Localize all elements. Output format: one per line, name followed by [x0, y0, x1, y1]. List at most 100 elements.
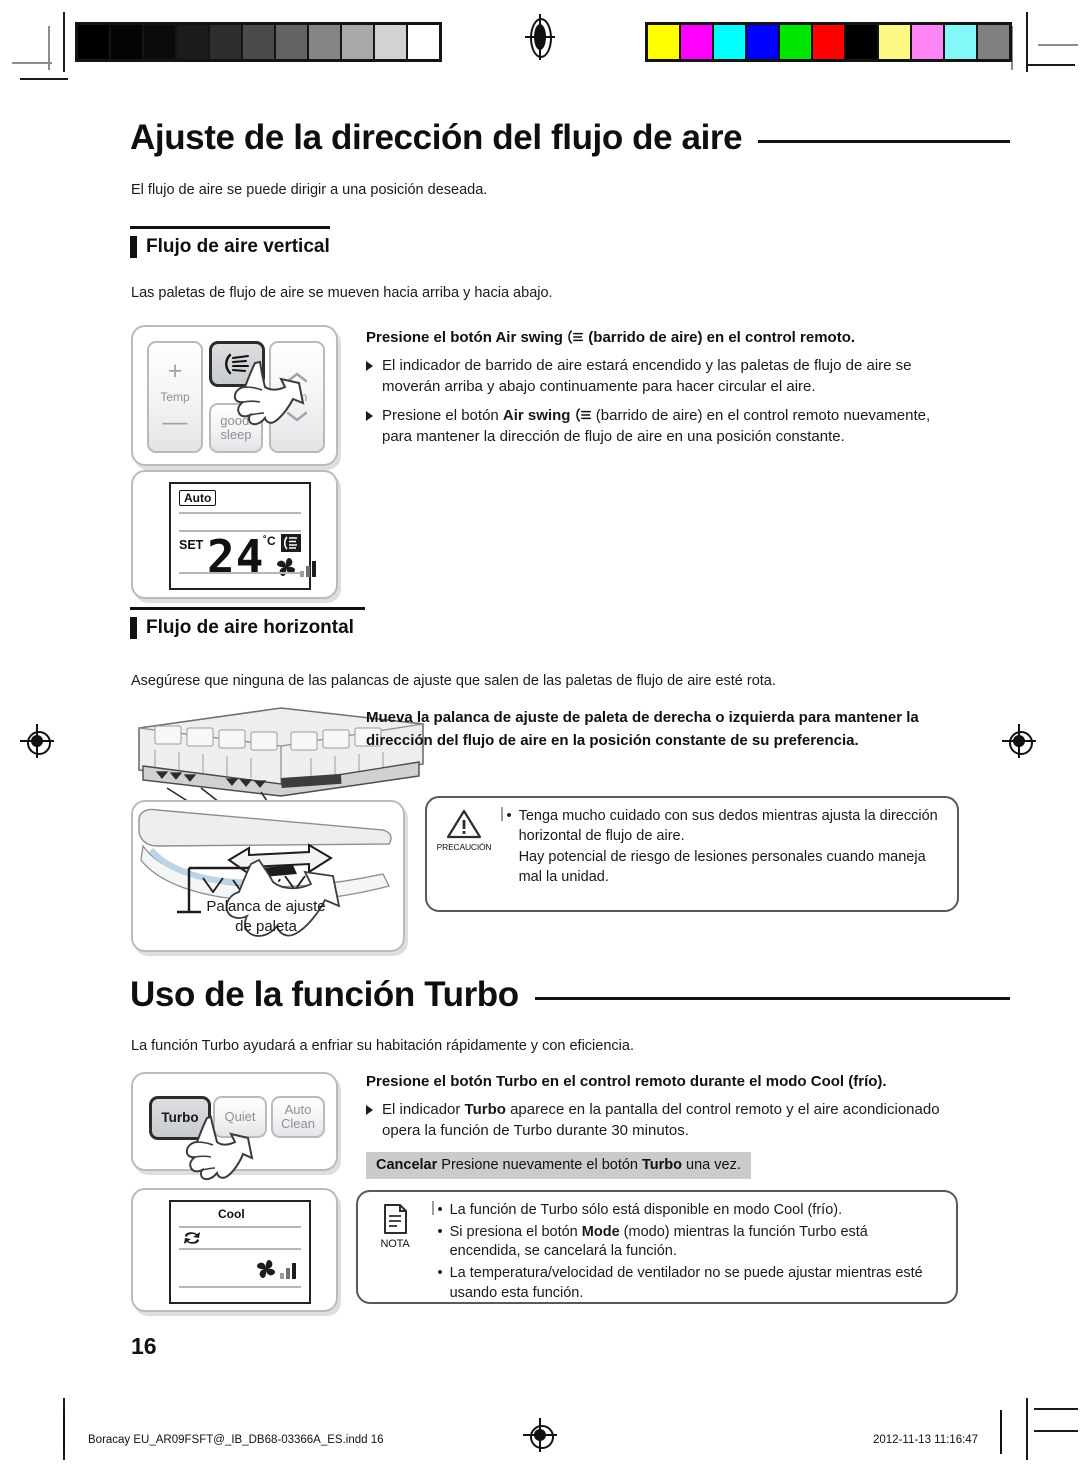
horizontal-heading-marker [130, 617, 137, 639]
calibration-swatch-10 [408, 25, 439, 59]
remote-airswing-illustration: + Temp — good' sleep Fan [131, 325, 338, 466]
cancel-instruction-bar: Cancelar Presione nuevamente el botón Tu… [366, 1152, 751, 1179]
lever-caption-line-2: de paleta [235, 917, 297, 935]
registration-mark-left [20, 724, 54, 758]
vertical-bullet-2: Presione el botón Air swing (barrido de … [382, 405, 956, 448]
calibration-swatch-7 [309, 25, 342, 59]
temp-button[interactable]: + Temp — [147, 341, 203, 453]
lcd-mode-cool: Cool [218, 1207, 245, 1221]
registration-mark-top-center [525, 14, 555, 60]
vertical-bullet-2-part1: Presione el botón [382, 406, 503, 424]
vertical-lead-after: (barrido de aire) en el control remoto. [584, 329, 856, 346]
turbo-bullet-1: El indicador Turbo aparece en la pantall… [382, 1099, 956, 1142]
calibration-swatch-9 [945, 25, 978, 59]
cancel-label: Cancelar [376, 1157, 438, 1173]
note-icon-column: NOTA [358, 1192, 432, 1302]
calibration-swatch-6 [846, 25, 879, 59]
footer-right-rule [1000, 1410, 1002, 1454]
calibration-swatch-4 [210, 25, 243, 59]
calibration-swatch-10 [978, 25, 1009, 59]
turbo-indicator-icon [184, 1232, 200, 1244]
bullet-triangle-icon [366, 361, 373, 371]
bullet-dot-icon: • [437, 1265, 443, 1282]
pressing-hand-icon [233, 360, 305, 426]
caution-box: PRECAUCIÓN • Tenga mucho cuidado con sus… [425, 796, 959, 912]
caution-item-2: Hay potencial de riesgo de lesiones pers… [518, 849, 926, 886]
crop-mark-top-right-h [1038, 44, 1078, 46]
lcd-divider-3 [179, 1286, 301, 1288]
page-title: Ajuste de la dirección del flujo de aire [130, 118, 743, 157]
lcd-screen-auto: Auto SET 24 ˚C [169, 482, 316, 590]
bullet-triangle-icon [366, 410, 373, 421]
lcd-divider-2 [179, 1248, 301, 1250]
note-item-1-part1: La función de Turbo sólo está disponible… [449, 1202, 843, 1218]
calibration-swatch-6 [276, 25, 309, 59]
crop-mark-bottom-right-h [1034, 1408, 1078, 1410]
list-item: Presione el botón Air swing (barrido de … [366, 405, 956, 448]
calibration-swatch-8 [912, 25, 945, 59]
registration-mark-bottom-center [523, 1418, 557, 1452]
air-swing-icon [575, 407, 591, 422]
calibration-swatch-4 [780, 25, 813, 59]
horizontal-lead: Mueva la palanca de ajuste de paleta de … [366, 709, 919, 749]
auto-clean-label-1: Auto [284, 1101, 312, 1117]
registration-mark-right [1002, 724, 1036, 758]
note-item-3-part1: La temperatura/velocidad de ventilador n… [449, 1265, 923, 1301]
calibration-swatch-5 [813, 25, 846, 59]
turbo-title-rule [534, 996, 1010, 1000]
note-box: NOTA • La función de Turbo sólo está dis… [356, 1190, 958, 1304]
air-swing-icon [568, 330, 584, 344]
bullet-dot-icon: • [437, 1223, 443, 1240]
horizontal-heading-rule [130, 607, 365, 610]
list-item: • Tenga mucho cuidado con sus dedos mien… [507, 807, 944, 846]
lcd-set-label: SET [179, 538, 204, 552]
cancel-bold: Turbo [642, 1157, 683, 1173]
airflow-intro: El flujo de aire se puede dirigir a una … [131, 182, 488, 198]
temp-plus-label: + [167, 356, 183, 385]
vertical-heading: Flujo de aire vertical [146, 236, 330, 257]
footer-filename: Boracay EU_AR09FSFT@_IB_DB68-03366A_ES.i… [88, 1434, 384, 1446]
bullet-dot-icon: • [437, 1202, 443, 1218]
lcd-divider-1 [179, 1226, 301, 1228]
bullet-triangle-icon [366, 1105, 373, 1115]
note-item-1: La función de Turbo sólo está disponible… [450, 1201, 942, 1221]
title-rule [758, 139, 1010, 143]
turbo-bullets: El indicador Turbo aparece en la pantall… [366, 1099, 956, 1149]
crop-mark-bottom-right-v [1026, 1398, 1028, 1460]
note-body: • La función de Turbo sólo está disponib… [434, 1192, 957, 1302]
caution-icon-column: PRECAUCIÓN [427, 798, 501, 910]
list-item: • Hay potencial de riesgo de lesiones pe… [507, 848, 944, 887]
calibration-swatch-1 [681, 25, 714, 59]
auto-clean-label-2: Clean [281, 1116, 315, 1131]
fan-speed-icon [256, 1259, 296, 1279]
vertical-bullet-1: El indicador de barrido de aire estará e… [382, 357, 912, 396]
vertical-lead: Presione el botón Air swing (barrido de … [366, 329, 966, 346]
vertical-heading-rule [130, 226, 330, 229]
crop-mark-top-right-v [1026, 12, 1028, 72]
note-document-icon [384, 1204, 407, 1234]
warning-triangle-icon [446, 809, 482, 839]
calibration-swatch-1 [111, 25, 144, 59]
note-item-2-bold: Mode [581, 1223, 620, 1240]
calibration-swatch-2 [144, 25, 177, 59]
turbo-title: Uso de la función Turbo [130, 975, 519, 1014]
crop-mark-top-left-v [63, 12, 65, 72]
lcd-temperature-unit: ˚C [263, 534, 276, 548]
lcd-divider-3 [179, 572, 301, 574]
note-label: NOTA [380, 1238, 410, 1250]
calibration-swatch-8 [342, 25, 375, 59]
calibration-swatch-9 [375, 25, 408, 59]
crop-mark-top-left-h [12, 62, 52, 64]
calibration-swatch-5 [243, 25, 276, 59]
calibration-swatch-3 [747, 25, 780, 59]
calibration-swatch-2 [714, 25, 747, 59]
manual-page: Ajuste de la dirección del flujo de aire… [0, 0, 1080, 1476]
list-item: • Si presiona el botón Mode (modo) mient… [438, 1223, 943, 1262]
list-item: • La temperatura/velocidad de ventilador… [438, 1264, 943, 1303]
crop-mark-top-left-h2 [20, 78, 68, 80]
note-item-3: La temperatura/velocidad de ventilador n… [450, 1264, 942, 1303]
temp-label: Temp [160, 389, 190, 404]
auto-clean-button[interactable]: Auto Clean [271, 1096, 325, 1138]
calibration-swatch-0 [648, 25, 681, 59]
note-item-2: Si presiona el botón Mode (modo) mientra… [450, 1223, 942, 1262]
